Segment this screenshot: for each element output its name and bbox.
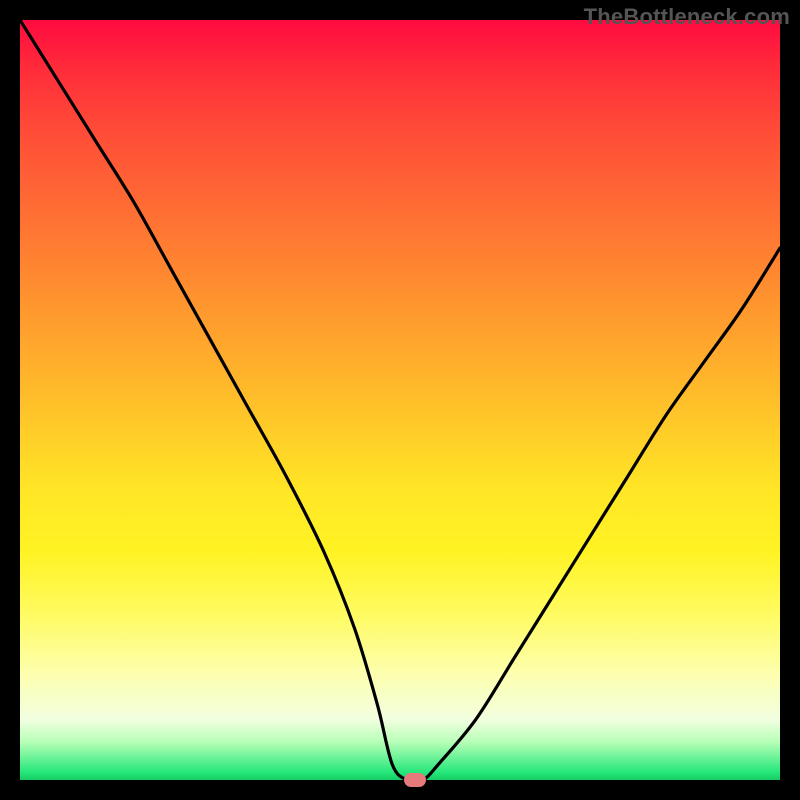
watermark-text: TheBottleneck.com xyxy=(584,4,790,30)
optimal-marker xyxy=(404,773,426,787)
bottleneck-curve xyxy=(20,20,780,780)
bottleneck-plot-area xyxy=(20,20,780,780)
chart-frame: TheBottleneck.com xyxy=(0,0,800,800)
curve-path xyxy=(20,20,780,780)
